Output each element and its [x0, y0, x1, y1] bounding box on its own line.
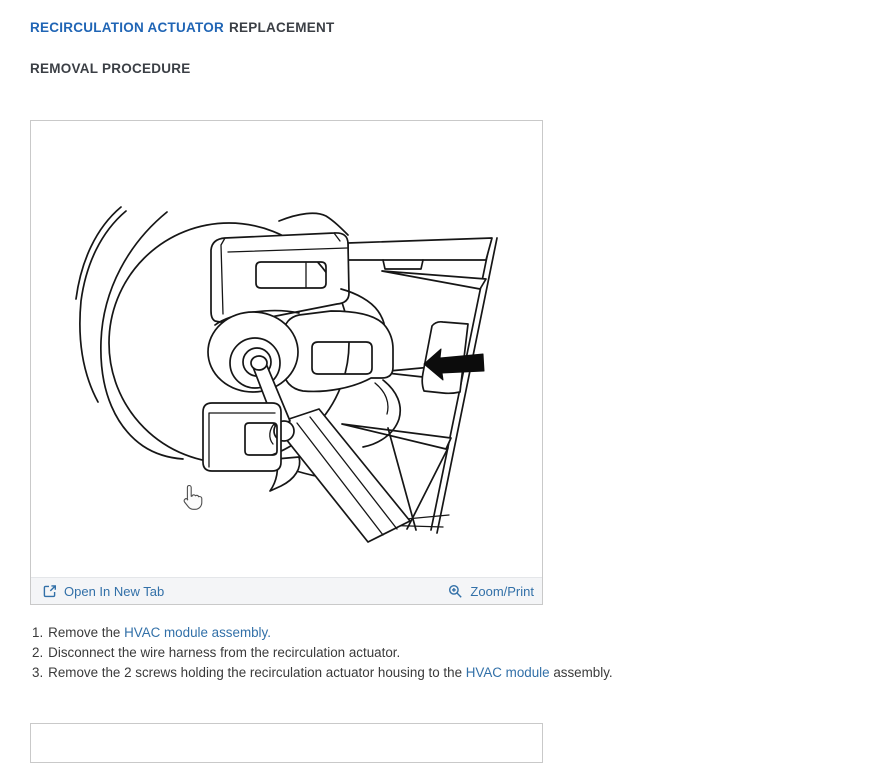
step-text: assembly.	[549, 665, 613, 680]
page-title-suffix: REPLACEMENT	[229, 20, 335, 35]
step-number: 2.	[32, 645, 44, 660]
step-number: 1.	[32, 625, 44, 640]
actuator-line-drawing	[75, 206, 498, 543]
procedure-step: 2. Disconnect the wire harness from the r…	[32, 646, 613, 660]
zoom-print-link[interactable]: Zoom/Print	[448, 584, 534, 599]
page-title-topic: RECIRCULATION ACTUATOR	[30, 20, 224, 35]
open-in-new-tab-icon	[43, 585, 56, 598]
figure-illustration[interactable]	[31, 121, 542, 577]
section-title: REMOVAL PROCEDURE	[30, 61, 191, 76]
procedure-step: 3. Remove the 2 screws holding the recirc…	[32, 666, 613, 680]
procedure-steps: 1. Remove the HVAC module assembly. 2. Dis…	[32, 626, 613, 686]
open-in-new-tab-label: Open In New Tab	[64, 583, 165, 599]
magnifier-plus-icon	[449, 584, 463, 598]
step-text: Remove the	[48, 625, 125, 640]
step-text: Remove the 2 screws holding the recircul…	[48, 665, 466, 680]
figure-frame: Open In New Tab Zoom/Print	[30, 120, 543, 605]
next-figure-frame	[30, 723, 543, 763]
hvac-module-assembly-link[interactable]: HVAC module assembly.	[124, 625, 271, 640]
open-in-new-tab-link[interactable]: Open In New Tab	[43, 584, 164, 599]
figure-toolbar: Open In New Tab Zoom/Print	[31, 577, 542, 604]
step-text: Disconnect the wire harness from the rec…	[48, 645, 401, 660]
zoom-print-label: Zoom/Print	[470, 583, 534, 599]
page-title: RECIRCULATION ACTUATOR REPLACEMENT	[30, 20, 335, 35]
step-number: 3.	[32, 665, 44, 680]
procedure-step: 1. Remove the HVAC module assembly.	[32, 626, 613, 640]
hvac-module-link[interactable]: HVAC module	[466, 665, 550, 680]
